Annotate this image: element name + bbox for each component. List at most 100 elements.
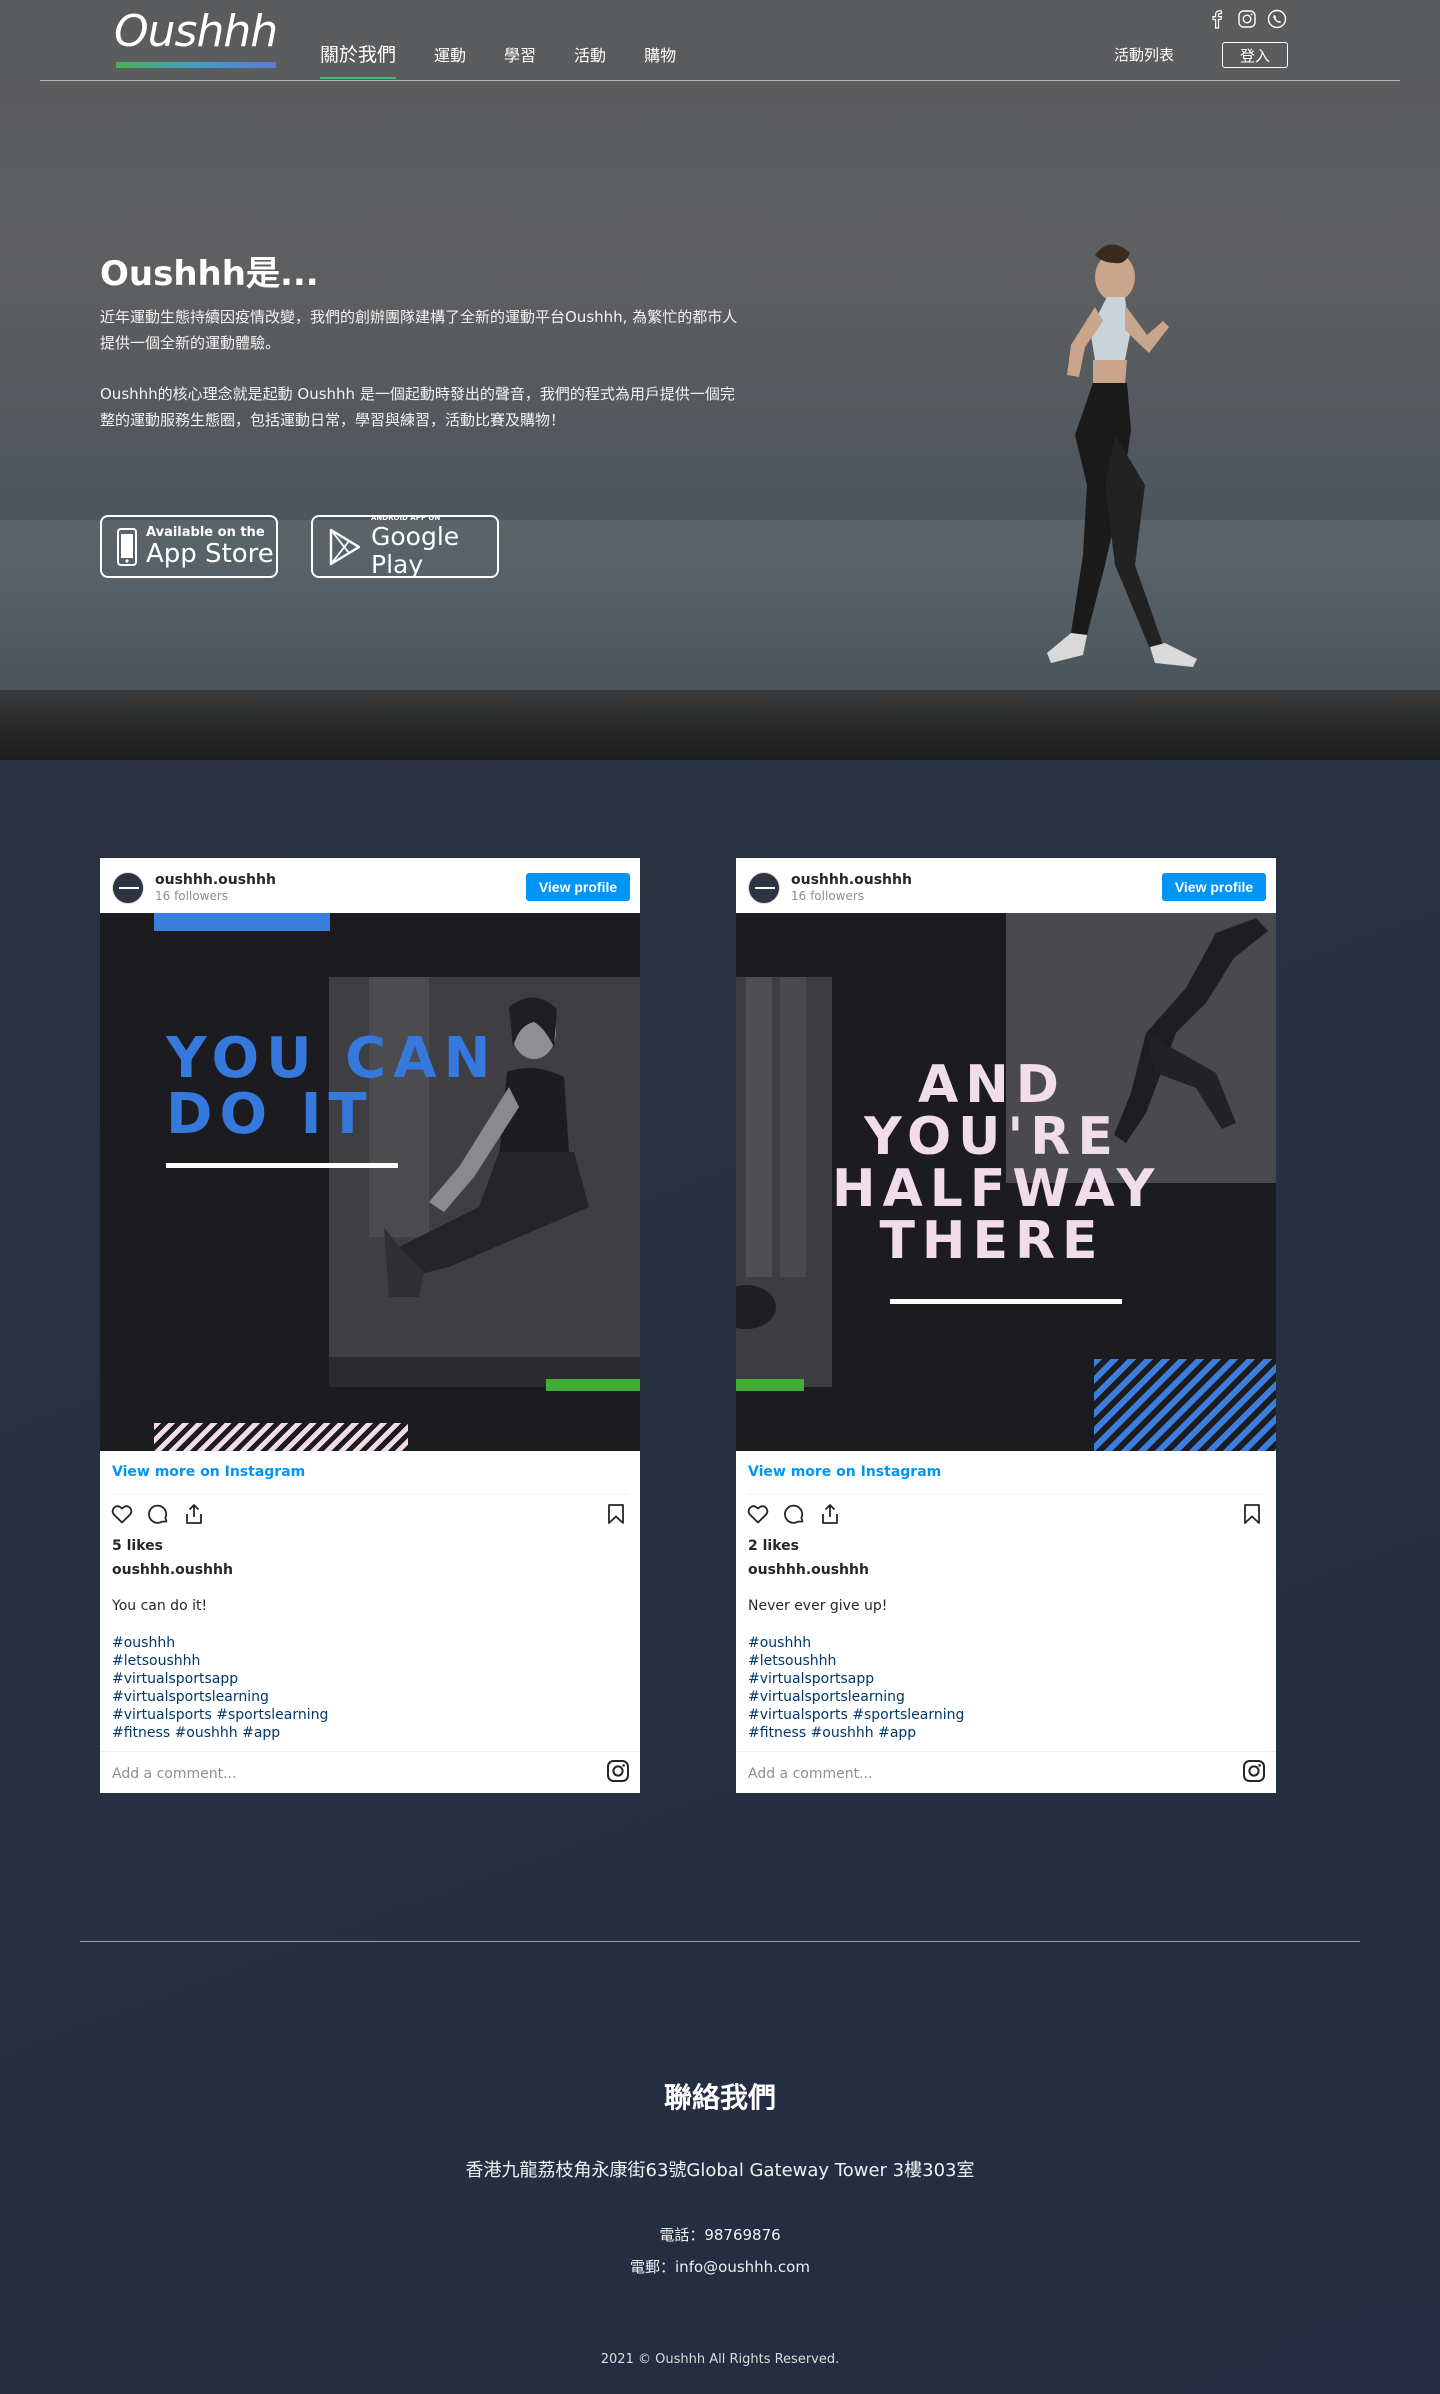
post-hashtags: #oushhh #letsoushhh #virtualsportsapp #v…	[112, 1634, 328, 1742]
oushhh-logo[interactable]: Oushhh	[114, 6, 280, 70]
hashtag-line[interactable]: #virtualsports #sportslearning	[112, 1706, 328, 1724]
hero-seawall-background	[0, 690, 1440, 760]
hashtag-line[interactable]: #virtualsportsapp	[748, 1670, 964, 1688]
google-play-button[interactable]: ANDROID APP ON Google Play	[311, 514, 499, 579]
post-username[interactable]: oushhh.oushhh	[155, 872, 276, 888]
hero-paragraph-2: Oushhh的核心理念就是起動 Oushhh 是一個起動時發出的聲音，我們的程式…	[100, 385, 735, 429]
hashtag-line[interactable]: #oushhh	[748, 1634, 964, 1652]
google-play-big-label: Google Play	[371, 522, 460, 579]
post-image-headline: AND YOU'RE HALFWAY THERE	[832, 1055, 1162, 1271]
nav-item-events[interactable]: 活動	[574, 42, 606, 79]
heart-icon[interactable]	[746, 1502, 770, 1526]
app-store-big-label: App Store	[146, 538, 274, 569]
save-icon[interactable]	[604, 1502, 628, 1526]
comment-icon[interactable]	[782, 1502, 806, 1526]
post-username[interactable]: oushhh.oushhh	[791, 872, 912, 888]
avatar[interactable]	[112, 872, 144, 904]
view-profile-button[interactable]: View profile	[1162, 873, 1266, 901]
app-store-text: Available on the App Store	[146, 524, 274, 569]
site-header: Oushhh 關於我們 運動 學習 活動 購物 活動列表 登入	[40, 0, 1400, 81]
post-image-line-1: YOU CAN	[166, 1026, 498, 1091]
facebook-icon[interactable]	[1206, 8, 1228, 30]
green-accent-bar	[546, 1379, 640, 1391]
post-image-line-3: HALFWAY	[832, 1159, 1162, 1219]
nav-item-shop[interactable]: 購物	[644, 42, 676, 79]
post-caption: You can do it!	[112, 1598, 208, 1614]
hero-paragraph-1: 近年運動生態持續因疫情改變，我們的創辦團隊建構了全新的運動平台Oushhh, 為…	[100, 308, 738, 352]
hero-section: Oushhh 關於我們 運動 學習 活動 購物 活動列表 登入 Oushhh是.…	[0, 0, 1440, 760]
add-comment-input[interactable]: Add a comment...	[748, 1766, 872, 1782]
instagram-logo-icon[interactable]	[606, 1759, 630, 1783]
post-image[interactable]: YOU CAN DO IT	[100, 913, 640, 1451]
contact-address: 香港九龍荔枝角永康街63號Global Gateway Tower 3樓303室	[465, 2160, 975, 2181]
hashtag-line[interactable]: #letsoushhh	[112, 1652, 328, 1670]
heart-icon[interactable]	[110, 1502, 134, 1526]
nav-item-about[interactable]: 關於我們	[320, 40, 397, 79]
social-links	[1206, 8, 1288, 30]
post-actions	[746, 1502, 842, 1526]
logo-text: Oushhh	[114, 6, 278, 57]
post-hashtags: #oushhh #letsoushhh #virtualsportsapp #v…	[748, 1634, 964, 1742]
post-image-line-4: THERE	[879, 1211, 1105, 1271]
main-nav: 關於我們 運動 學習 活動 購物	[320, 42, 714, 79]
instagram-post-2: oushhh.oushhh 16 followers View profile …	[736, 858, 1276, 1793]
post-image-headline: YOU CAN DO IT	[166, 1031, 497, 1143]
bookmark-icon	[1244, 1504, 1260, 1524]
app-store-button[interactable]: Available on the App Store	[100, 515, 278, 578]
view-profile-button[interactable]: View profile	[526, 873, 630, 901]
divider	[736, 1751, 1276, 1752]
save-icon[interactable]	[1240, 1502, 1264, 1526]
view-more-link[interactable]: View more on Instagram	[748, 1464, 941, 1480]
nav-item-sports[interactable]: 運動	[434, 42, 466, 79]
likes-count: 5 likes	[112, 1538, 163, 1554]
post-image-line-1: AND	[918, 1055, 1066, 1115]
whatsapp-icon[interactable]	[1266, 8, 1288, 30]
white-underline	[166, 1163, 398, 1168]
phone-icon	[117, 527, 137, 566]
instagram-icon[interactable]	[1236, 8, 1258, 30]
comment-icon[interactable]	[146, 1502, 170, 1526]
hashtag-line[interactable]: #oushhh	[112, 1634, 328, 1652]
divider	[748, 1494, 1264, 1495]
blue-accent-bar	[154, 913, 330, 931]
contact-title: 聯絡我們	[663, 2081, 776, 2114]
divider	[112, 1494, 628, 1495]
avatar[interactable]	[748, 872, 780, 904]
google-play-icon	[329, 528, 361, 565]
logo-gradient-bar	[116, 62, 276, 68]
post-image-line-2: YOU'RE	[864, 1107, 1120, 1167]
contact-phone: 電話：98769876	[659, 2226, 781, 2244]
hashtag-line[interactable]: #virtualsportslearning	[112, 1688, 328, 1706]
hashtag-line[interactable]: #fitness #oushhh #app	[748, 1724, 964, 1742]
gym-window-figure	[736, 977, 832, 1387]
hashtag-line[interactable]: #letsoushhh	[748, 1652, 964, 1670]
copyright: 2021 © Oushhh All Rights Reserved.	[600, 2352, 840, 2367]
post-header: oushhh.oushhh 16 followers View profile	[100, 858, 640, 913]
app-store-small-label: Available on the	[146, 524, 265, 540]
contact-email[interactable]: 電郵：info@oushhh.com	[0, 2256, 1440, 2277]
event-list-link[interactable]: 活動列表	[1114, 44, 1174, 65]
nav-item-learning[interactable]: 學習	[504, 42, 536, 79]
post-caption: Never ever give up!	[748, 1598, 888, 1614]
likes-count: 2 likes	[748, 1538, 799, 1554]
post-image[interactable]: AND YOU'RE HALFWAY THERE	[736, 913, 1276, 1451]
runner-image	[1047, 244, 1197, 667]
add-comment-input[interactable]: Add a comment...	[112, 1766, 236, 1782]
hashtag-line[interactable]: #virtualsportslearning	[748, 1688, 964, 1706]
login-button[interactable]: 登入	[1222, 42, 1288, 68]
caption-username[interactable]: oushhh.oushhh	[748, 1562, 869, 1578]
share-icon[interactable]	[182, 1502, 206, 1526]
striped-accent-block	[1094, 1359, 1276, 1451]
green-accent-bar	[736, 1379, 804, 1391]
hashtag-line[interactable]: #virtualsportsapp	[112, 1670, 328, 1688]
share-icon[interactable]	[818, 1502, 842, 1526]
white-underline	[890, 1299, 1122, 1304]
hashtag-line[interactable]: #fitness #oushhh #app	[112, 1724, 328, 1742]
view-more-link[interactable]: View more on Instagram	[112, 1464, 305, 1480]
footer-divider	[80, 1941, 1360, 1942]
hashtag-line[interactable]: #virtualsports #sportslearning	[748, 1706, 964, 1724]
instagram-logo-icon[interactable]	[1242, 1759, 1266, 1783]
post-followers: 16 followers	[155, 889, 229, 903]
caption-username[interactable]: oushhh.oushhh	[112, 1562, 233, 1578]
instagram-post-1: oushhh.oushhh 16 followers View profile …	[100, 858, 640, 1793]
